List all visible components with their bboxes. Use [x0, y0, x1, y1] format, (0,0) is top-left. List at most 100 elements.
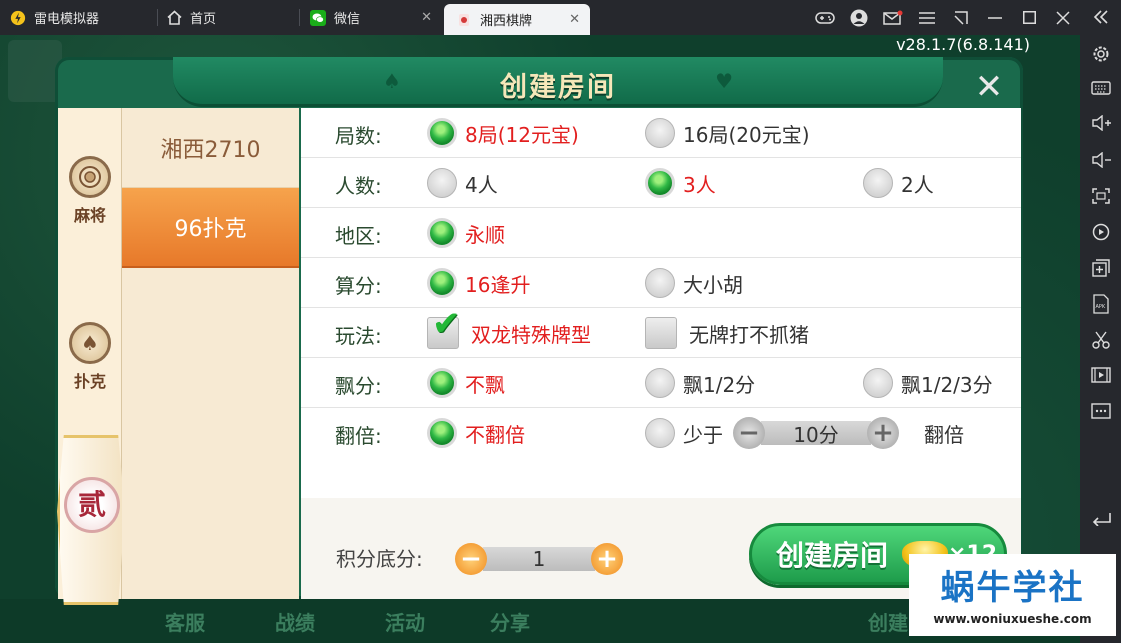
- bottom-item-share[interactable]: 分享: [490, 607, 530, 636]
- rail-label: 扑克: [73, 372, 106, 391]
- row-label: 人数:: [335, 174, 382, 198]
- radio-unchecked-icon: [863, 168, 893, 198]
- option-label: 飘1/2/3分: [901, 372, 993, 397]
- settings-gear-icon[interactable]: [1080, 39, 1121, 69]
- plus-icon[interactable]: +: [591, 543, 623, 575]
- fullscreen-icon[interactable]: [1080, 181, 1121, 211]
- keyboard-icon[interactable]: [1080, 73, 1121, 103]
- player-avatar[interactable]: [8, 40, 62, 102]
- radio-float-1-2[interactable]: 飘1/2分: [645, 366, 755, 400]
- option-row-float-score: 飘分: 不飘 飘1/2分 飘1/2/3分: [301, 358, 1021, 408]
- tab-wechat[interactable]: 微信 ✕: [300, 0, 442, 35]
- rotate-icon[interactable]: [1080, 217, 1121, 247]
- account-icon[interactable]: [842, 0, 876, 35]
- option-label: 大小胡: [683, 272, 743, 297]
- minus-icon[interactable]: −: [733, 417, 765, 449]
- plus-icon[interactable]: +: [867, 417, 899, 449]
- stepper-value: 10分: [761, 421, 871, 447]
- radio-float-1-2-3[interactable]: 飘1/2/3分: [863, 366, 993, 400]
- option-label: 8局(12元宝): [465, 122, 579, 147]
- base-score-label: 积分底分:: [336, 547, 423, 571]
- close-window-icon[interactable]: [1046, 0, 1080, 35]
- tab-label: 微信: [334, 12, 361, 27]
- radio-no-double[interactable]: 不翻倍: [427, 416, 525, 450]
- minimize-icon[interactable]: [978, 0, 1012, 35]
- mode-list: 湘西2710 96扑克: [122, 108, 299, 599]
- radio-4-players[interactable]: 4人: [427, 166, 498, 200]
- collapse-sidebar-icon[interactable]: [1080, 2, 1121, 32]
- menu-icon[interactable]: [910, 0, 944, 35]
- minus-icon[interactable]: −: [455, 543, 487, 575]
- option-row-rounds: 局数: 8局(12元宝) 16局(20元宝): [301, 108, 1021, 158]
- wechat-icon: [310, 9, 326, 26]
- radio-16-rounds[interactable]: 16局(20元宝): [645, 116, 810, 150]
- volume-up-icon[interactable]: [1080, 108, 1121, 138]
- checkbox-no-pig[interactable]: 无牌打不抓猪: [645, 316, 809, 350]
- radio-region-yongshun[interactable]: 永顺: [427, 216, 505, 250]
- apk-install-icon[interactable]: APK: [1080, 289, 1121, 319]
- tab-label: 首页: [190, 12, 217, 27]
- double-threshold-stepper: − 10分 +: [733, 417, 899, 449]
- restore-window-icon[interactable]: [944, 0, 978, 35]
- watermark-title: 蜗牛学社: [940, 568, 1085, 608]
- close-tab-icon[interactable]: ✕: [569, 12, 580, 27]
- maximize-icon[interactable]: [1012, 0, 1046, 35]
- radio-2-players[interactable]: 2人: [863, 166, 934, 200]
- bottom-item-record[interactable]: 战绩: [275, 607, 315, 636]
- radio-3-players[interactable]: 3人: [645, 166, 716, 200]
- row-label: 地区:: [335, 224, 382, 248]
- radio-unchecked-icon: [427, 168, 457, 198]
- bottom-item-activity[interactable]: 活动: [385, 607, 425, 636]
- row-label: 翻倍:: [335, 424, 382, 448]
- video-record-icon[interactable]: [1080, 360, 1121, 390]
- option-label: 2人: [901, 172, 934, 197]
- radio-big-small-hu[interactable]: 大小胡: [645, 266, 743, 300]
- close-tab-icon[interactable]: ✕: [421, 10, 432, 25]
- mode-item-xiangxi[interactable]: 湘西2710: [122, 108, 299, 188]
- volume-down-icon[interactable]: [1080, 145, 1121, 175]
- option-label: 4人: [465, 172, 498, 197]
- mahjong-icon: [69, 156, 111, 198]
- radio-8-rounds[interactable]: 8局(12元宝): [427, 116, 579, 150]
- checkbox-checked-icon: ✔: [427, 304, 461, 349]
- radio-checked-icon: [427, 268, 457, 298]
- option-label: 永顺: [465, 222, 505, 247]
- back-icon[interactable]: [1080, 503, 1121, 533]
- radio-16-up[interactable]: 16逢升: [427, 266, 530, 300]
- more-options-icon[interactable]: [1080, 396, 1121, 426]
- tab-home[interactable]: 首页: [158, 0, 300, 35]
- option-label: 双龙特殊牌型: [471, 322, 591, 347]
- rail-item-mahjong[interactable]: 麻将: [58, 156, 122, 226]
- watermark: 蜗牛学社 www.woniuxueshe.com: [909, 554, 1116, 636]
- scissors-icon[interactable]: [1080, 325, 1121, 355]
- option-row-region: 地区: 永顺: [301, 208, 1021, 258]
- option-label: 16逢升: [465, 272, 531, 297]
- multi-instance-icon[interactable]: [1080, 253, 1121, 283]
- checkmark-icon: ✔: [432, 304, 461, 344]
- tab-emulator-home[interactable]: 雷电模拟器: [0, 0, 158, 35]
- game-screen: v28.1.7(6.8.141) 客服 战绩 活动 分享 创建 ♠ 创建房间 ♥…: [0, 35, 1080, 643]
- row-label: 玩法:: [335, 324, 382, 348]
- close-dialog-icon[interactable]: ✕: [969, 69, 1009, 109]
- create-room-label: 创建房间: [776, 539, 889, 572]
- row-label: 算分:: [335, 274, 382, 298]
- rail-item-poker[interactable]: ♠ 扑克: [58, 322, 122, 392]
- radio-unchecked-icon: [645, 418, 675, 448]
- version-label: v28.1.7(6.8.141): [896, 35, 1030, 54]
- gamepad-icon[interactable]: [808, 0, 842, 35]
- home-icon: [166, 10, 182, 26]
- mail-icon[interactable]: [876, 0, 910, 35]
- tab-xiangxi-chess[interactable]: 湘西棋牌 ✕: [444, 4, 590, 35]
- radio-double-below[interactable]: 少于: [645, 416, 723, 450]
- checkbox-double-dragon[interactable]: ✔ 双龙特殊牌型: [427, 304, 591, 350]
- bottom-item-create[interactable]: 创建: [868, 607, 908, 636]
- room-options-panel: 局数: 8局(12元宝) 16局(20元宝) 人数: 4人 3人 2人 地区: …: [301, 108, 1021, 498]
- dialog-titlebar: ♠ 创建房间 ♥: [173, 57, 943, 107]
- bottom-item-service[interactable]: 客服: [165, 607, 205, 636]
- rail-label: 麻将: [73, 206, 106, 225]
- row-label: 飘分:: [335, 374, 382, 398]
- option-label: 无牌打不抓猪: [689, 322, 809, 347]
- radio-no-float[interactable]: 不飘: [427, 366, 505, 400]
- row-label: 局数:: [335, 124, 382, 148]
- mode-item-96poker[interactable]: 96扑克: [122, 188, 299, 268]
